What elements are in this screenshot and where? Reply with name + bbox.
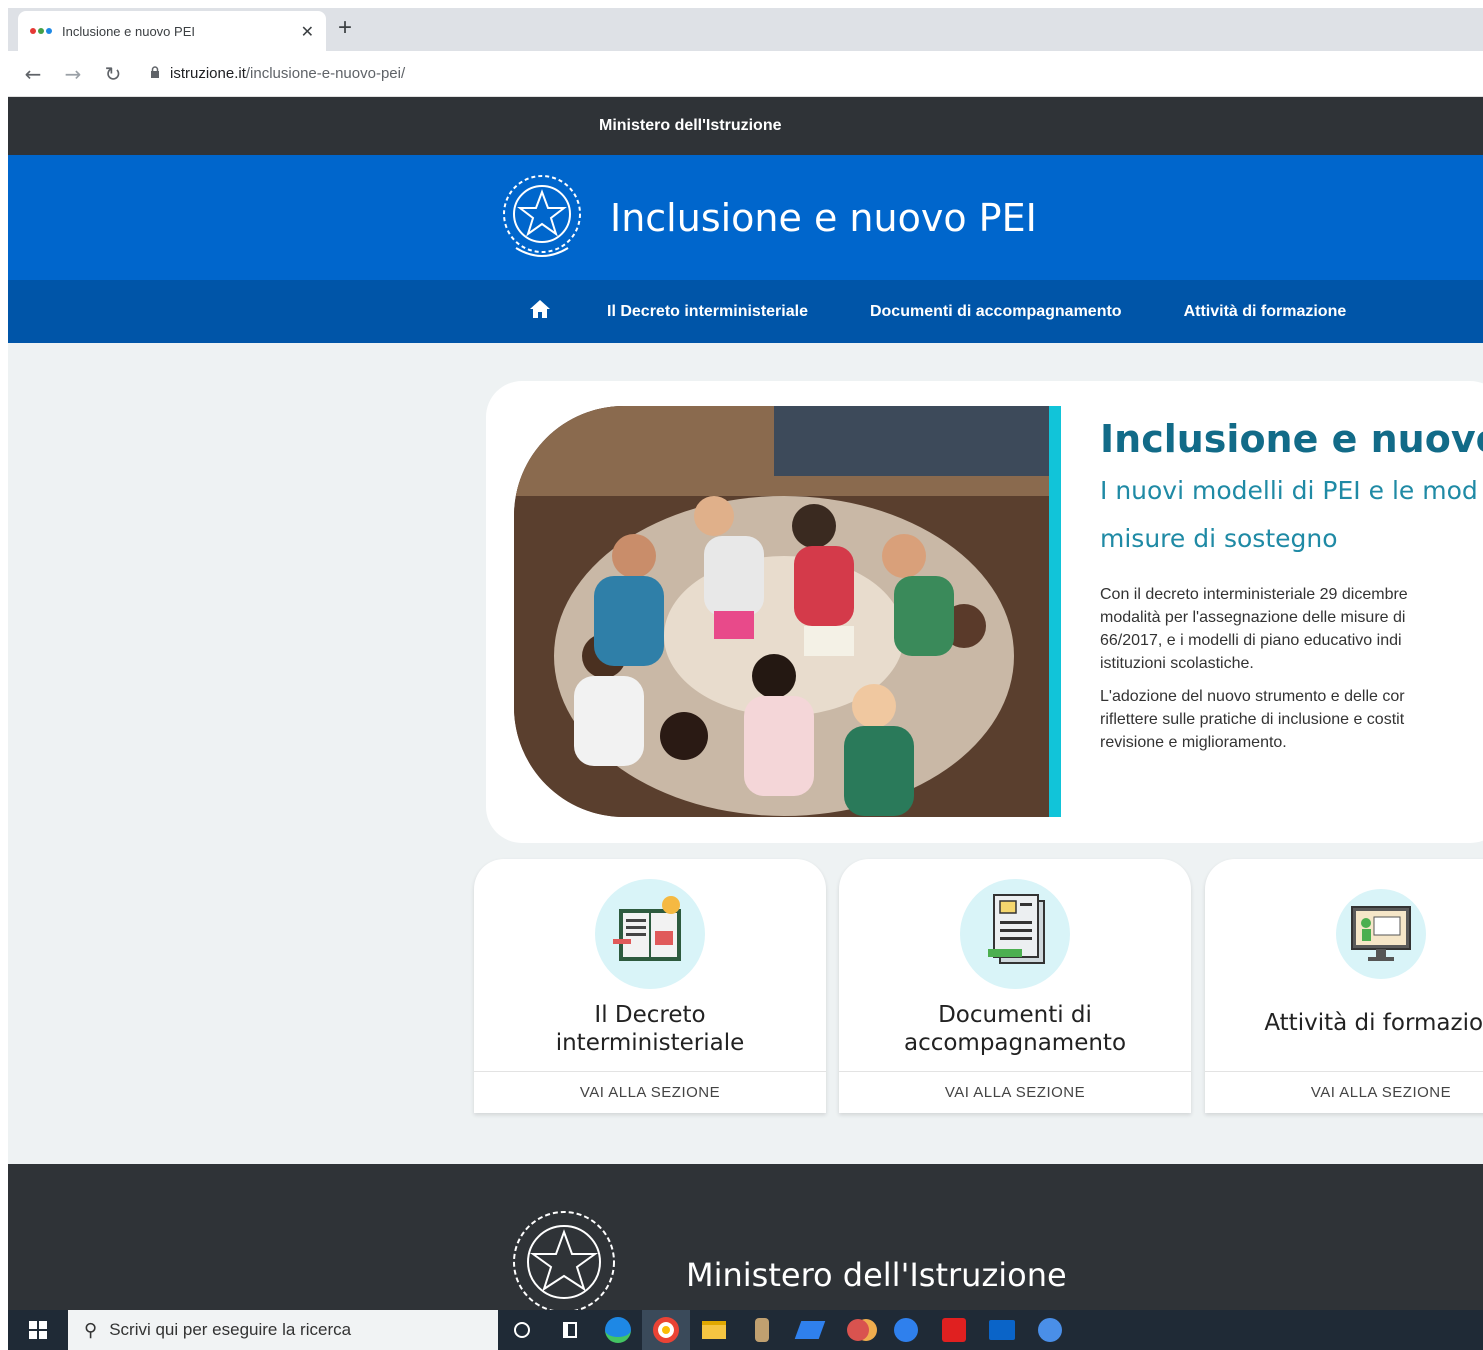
windows-taskbar: ⚲ Scrivi qui per eseguire la ricerca <box>8 1310 1483 1350</box>
card-cta-documenti[interactable]: VAI ALLA SEZIONE <box>839 1071 1191 1113</box>
section-card-formazione[interactable]: Attività di formazion VAI ALLA SEZIONE <box>1205 859 1483 1113</box>
ministry-topbar-label[interactable]: Ministero dell'Istruzione <box>599 117 782 135</box>
brand-header: Inclusione e nuovo PEI <box>8 155 1483 280</box>
browser-tab[interactable]: Inclusione e nuovo PEI ✕ <box>18 11 326 51</box>
taskbar-search-box[interactable]: ⚲ Scrivi qui per eseguire la ricerca <box>68 1310 498 1350</box>
tab-title: Inclusione e nuovo PEI <box>62 23 195 39</box>
documents-stack-icon <box>960 879 1070 989</box>
card-title-line: accompagnamento <box>903 1030 1127 1056</box>
section-card-documenti[interactable]: Documenti di accompagnamento VAI ALLA SE… <box>839 859 1191 1113</box>
nav-formazione[interactable]: Attività di formazione <box>1184 303 1347 321</box>
paragraph-line: Con il decreto interministeriale 29 dice… <box>1100 586 1408 603</box>
address-bar[interactable]: istruzione.it/inclusione-e-nuovo-pei/ <box>150 65 405 82</box>
tab-close-icon[interactable]: ✕ <box>301 22 314 41</box>
hero-subtitle: I nuovi modelli di PEI e le mod misure d… <box>1100 467 1483 563</box>
new-tab-button[interactable]: + <box>338 14 352 42</box>
site-title[interactable]: Inclusione e nuovo PEI <box>610 196 1037 240</box>
taskbar-search-placeholder: Scrivi qui per eseguire la ricerca <box>109 1320 352 1339</box>
nav-decreto[interactable]: Il Decreto interministeriale <box>607 303 808 321</box>
paragraph-line: modalità per l'assegnazione delle misure… <box>1100 609 1406 626</box>
windows-start-icon[interactable] <box>8 1321 68 1339</box>
hero-accent-bar <box>1049 406 1061 817</box>
edge-icon[interactable] <box>594 1310 642 1350</box>
paragraph-line: L'adozione del nuovo strumento e delle c… <box>1100 688 1405 705</box>
reload-icon[interactable]: ↻ <box>102 62 124 86</box>
card-cta-formazione[interactable]: VAI ALLA SEZIONE <box>1205 1071 1483 1113</box>
browser-toolbar: ← → ↻ istruzione.it/inclusione-e-nuovo-p… <box>8 51 1483 97</box>
adobe-reader-icon[interactable] <box>930 1310 978 1350</box>
training-monitor-icon <box>1336 889 1426 979</box>
card-title-line: Il Decreto <box>594 1002 706 1028</box>
app-icon[interactable] <box>738 1310 786 1350</box>
students-photo <box>514 406 1051 817</box>
card-title: Il Decreto interministeriale <box>474 1001 826 1057</box>
app-icon[interactable] <box>834 1310 882 1350</box>
browser-tabstrip: Inclusione e nuovo PEI ✕ + <box>8 8 1483 51</box>
card-title: Documenti di accompagnamento <box>839 1001 1191 1057</box>
search-icon: ⚲ <box>84 1319 98 1340</box>
footer-emblem-icon <box>503 1202 625 1310</box>
url-host: istruzione.it <box>170 65 246 82</box>
open-book-lightbulb-icon <box>595 879 705 989</box>
hero-paragraph-2: L'adozione del nuovo strumento e delle c… <box>1100 685 1483 754</box>
hero-title: Inclusione e nuovo <box>1100 417 1483 461</box>
app-icon[interactable] <box>882 1310 930 1350</box>
app-icon[interactable] <box>1026 1310 1074 1350</box>
web-page: Ministero dell'Istruzione Inclusione e n… <box>8 97 1483 1310</box>
hero-subtitle-line: I nuovi modelli di PEI e le mod <box>1100 476 1478 505</box>
back-arrow-icon[interactable]: ← <box>22 62 44 86</box>
hero-paragraph-1: Con il decreto interministeriale 29 dice… <box>1100 583 1483 675</box>
lock-icon <box>150 65 160 82</box>
task-view-icon[interactable] <box>546 1310 594 1350</box>
section-card-decreto[interactable]: Il Decreto interministeriale VAI ALLA SE… <box>474 859 826 1113</box>
file-explorer-icon[interactable] <box>690 1310 738 1350</box>
paragraph-line: 66/2017, e i modelli di piano educativo … <box>1100 632 1402 649</box>
hero-text: Inclusione e nuovo I nuovi modelli di PE… <box>1100 417 1483 754</box>
chrome-icon[interactable] <box>642 1310 690 1350</box>
footer-title: Ministero dell'Istruzione <box>686 1256 1067 1294</box>
republic-emblem-icon <box>496 168 588 268</box>
outlook-icon[interactable] <box>978 1310 1026 1350</box>
card-cta-decreto[interactable]: VAI ALLA SEZIONE <box>474 1071 826 1113</box>
card-title-line: Documenti di <box>938 1002 1092 1028</box>
ministry-topbar: Ministero dell'Istruzione <box>8 97 1483 155</box>
cortana-icon[interactable] <box>498 1310 546 1350</box>
nav-documenti[interactable]: Documenti di accompagnamento <box>870 303 1122 321</box>
tab-favicon-icon <box>30 28 52 34</box>
paragraph-line: riflettere sulle pratiche di inclusione … <box>1100 711 1405 728</box>
card-title-line: Attività di formazion <box>1264 1010 1483 1036</box>
card-title: Attività di formazion <box>1205 1009 1483 1037</box>
paragraph-line: revisione e miglioramento. <box>1100 734 1287 751</box>
forward-arrow-icon[interactable]: → <box>62 62 84 86</box>
card-title-line: interministeriale <box>555 1030 745 1056</box>
main-nav: Il Decreto interministeriale Documenti d… <box>8 280 1483 343</box>
home-icon[interactable] <box>529 299 551 325</box>
url-path: /inclusione-e-nuovo-pei/ <box>245 65 406 82</box>
hero-subtitle-line: misure di sostegno <box>1100 524 1338 553</box>
paragraph-line: istituzioni scolastiche. <box>1100 655 1254 672</box>
hero-card: Inclusione e nuovo I nuovi modelli di PE… <box>486 381 1483 843</box>
app-icon[interactable] <box>786 1310 834 1350</box>
site-footer: Ministero dell'Istruzione <box>8 1164 1483 1310</box>
